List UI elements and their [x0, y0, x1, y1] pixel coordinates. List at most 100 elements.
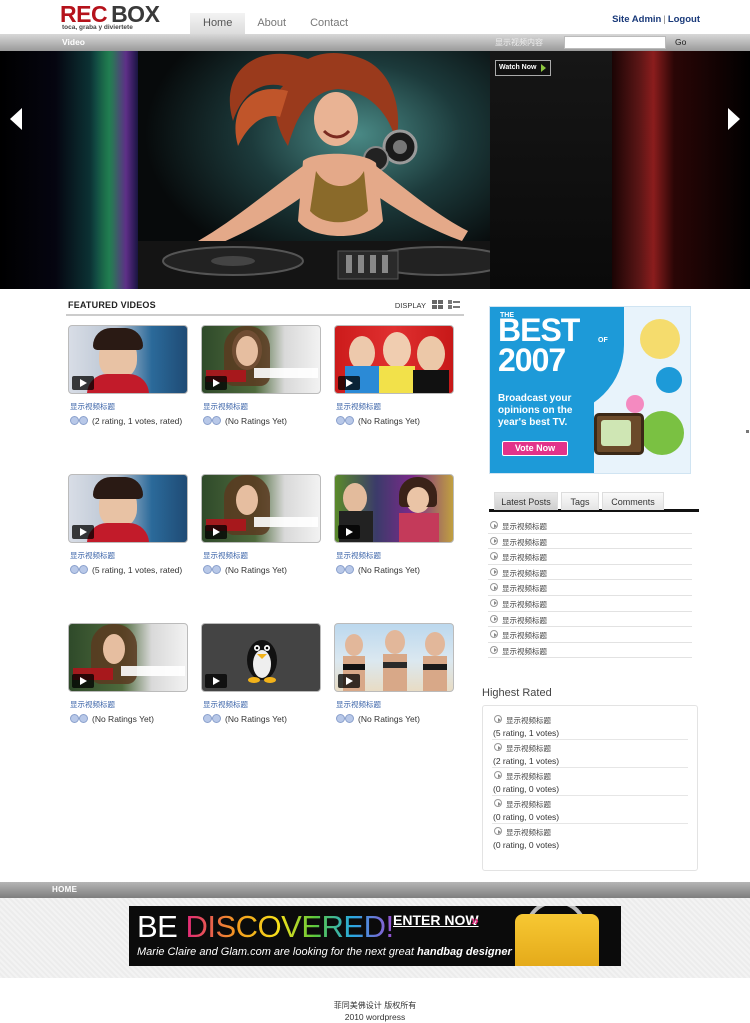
video-title[interactable]: 显示视频标题	[203, 401, 248, 412]
video-card[interactable]: 显示视频标题 (2 rating, 1 votes, rated)	[68, 325, 190, 445]
watch-now-button[interactable]: Watch Now	[495, 60, 552, 76]
video-title[interactable]: 显示视频标题	[70, 401, 115, 412]
nav-tab-contact[interactable]: Contact	[298, 13, 360, 34]
video-title[interactable]: 显示视频标题	[203, 699, 248, 710]
arrow-bullet-icon	[490, 583, 498, 592]
page-root: REC BOX toca, graba y diviertete Home Abo…	[0, 0, 750, 1023]
video-title[interactable]: 显示视频标题	[336, 401, 381, 412]
arrow-bullet-icon	[494, 715, 502, 723]
video-thumbnail[interactable]	[68, 325, 188, 394]
list-item[interactable]: 显示视频标题 (5 rating, 1 votes)	[492, 712, 688, 740]
list-item[interactable]: 显示视频标题 (0 rating, 0 votes)	[492, 824, 688, 852]
tab-tags[interactable]: Tags	[561, 492, 599, 510]
arrow-bullet-icon	[490, 521, 498, 529]
video-thumbnail[interactable]	[334, 623, 454, 692]
video-card[interactable]: 显示视频标题 (No Ratings Yet)	[334, 623, 456, 743]
rating-thumbs-icon	[70, 416, 90, 425]
banner-discovered-text: DISCOVERED!	[185, 909, 394, 944]
video-card[interactable]: 显示视频标题 (No Ratings Yet)	[334, 325, 456, 445]
rating-thumbs-icon	[70, 565, 90, 574]
be-discovered-banner[interactable]: BE DISCOVERED! ENTER NOW » Marie Claire …	[129, 906, 621, 966]
list-item[interactable]: 显示视频标题 (0 rating, 0 votes)	[492, 796, 688, 824]
play-icon	[72, 674, 94, 688]
video-card[interactable]: 显示视频标题 (No Ratings Yet)	[201, 325, 323, 445]
video-rating: (5 rating, 1 votes, rated)	[70, 564, 190, 576]
tab-latest-posts[interactable]: Latest Posts	[494, 492, 558, 510]
display-label: DISPLAY	[394, 301, 426, 310]
play-icon	[338, 674, 360, 688]
double-chevron-icon: »	[471, 912, 479, 928]
arrow-bullet-icon	[490, 598, 498, 607]
video-card[interactable]: 显示视频标题 (No Ratings Yet)	[68, 623, 190, 743]
list-item[interactable]: 显示视频标题 (0 rating, 0 votes)	[492, 768, 688, 796]
video-card[interactable]: 显示视频标题 (5 rating, 1 votes, rated)	[68, 474, 190, 594]
site-logo[interactable]: REC BOX toca, graba y diviertete	[60, 2, 178, 32]
video-thumbnail[interactable]	[334, 474, 454, 543]
video-title[interactable]: 显示视频标题	[203, 550, 248, 561]
list-item[interactable]: 显示视频标题 (2 rating, 1 votes)	[492, 740, 688, 768]
search-input[interactable]	[564, 36, 666, 49]
banner-enter-now-link[interactable]: ENTER NOW	[393, 912, 479, 928]
arrow-bullet-icon	[490, 645, 498, 654]
list-view-icon[interactable]	[448, 300, 460, 309]
video-rating: (No Ratings Yet)	[70, 713, 190, 725]
video-card[interactable]: 显示视频标题 (No Ratings Yet)	[201, 474, 323, 594]
logo-tagline: toca, graba y diviertete	[62, 24, 133, 31]
rating-thumbs-icon	[336, 565, 356, 574]
handbag-icon	[515, 914, 599, 966]
grid-view-icon[interactable]	[432, 300, 444, 309]
nav-tab-home[interactable]: Home	[190, 13, 246, 34]
sidebar-tabs: Latest Posts Tags Comments	[489, 490, 699, 512]
arrow-bullet-icon	[494, 743, 502, 751]
list-item[interactable]: 显示视频标题	[488, 580, 692, 596]
hero-right-panel	[612, 51, 750, 289]
logout-link[interactable]: Logout	[668, 14, 700, 25]
video-thumbnail[interactable]	[68, 623, 188, 692]
video-title[interactable]: 显示视频标题	[70, 699, 115, 710]
list-item[interactable]: 显示视频标题	[488, 596, 692, 612]
video-title[interactable]: 显示视频标题	[70, 550, 115, 561]
search-go-button[interactable]: Go	[675, 37, 686, 47]
section-label: Video	[62, 37, 85, 47]
tab-comments[interactable]: Comments	[602, 492, 664, 510]
video-title[interactable]: 显示视频标题	[336, 550, 381, 561]
video-thumbnail[interactable]	[201, 474, 321, 543]
featured-title: FEATURED VIDEOS	[68, 300, 156, 310]
video-card[interactable]: 显示视频标题 (No Ratings Yet)	[201, 623, 323, 743]
list-item[interactable]: 显示视频标题	[488, 627, 692, 643]
list-item[interactable]: 显示视频标题	[488, 565, 692, 581]
highest-rated-title: Highest Rated	[482, 687, 552, 699]
video-thumbnail[interactable]	[201, 325, 321, 394]
play-icon	[205, 376, 227, 390]
video-thumbnail[interactable]	[68, 474, 188, 543]
video-rating: (No Ratings Yet)	[203, 713, 323, 725]
arrow-bullet-icon	[490, 630, 498, 639]
vote-now-button[interactable]: Vote Now	[502, 441, 568, 456]
video-card[interactable]: 显示视频标题 (No Ratings Yet)	[334, 474, 456, 594]
slider-next-arrow-icon[interactable]	[728, 108, 740, 130]
best-of-2007-ad[interactable]: THE BEST 2007 OF Broadcast your opinions…	[489, 306, 691, 474]
list-item[interactable]: 显示视频标题	[488, 612, 692, 628]
list-item[interactable]: 显示视频标题	[488, 549, 692, 565]
video-thumbnail[interactable]	[201, 623, 321, 692]
video-title[interactable]: 显示视频标题	[336, 699, 381, 710]
list-item[interactable]: 显示视频标题	[488, 534, 692, 550]
nav-tab-about[interactable]: About	[245, 13, 298, 34]
rating-thumbs-icon	[70, 714, 90, 723]
video-thumbnail[interactable]	[334, 325, 454, 394]
list-item[interactable]: 显示视频标题	[488, 518, 692, 534]
arrow-bullet-icon	[490, 614, 498, 623]
play-icon	[72, 376, 94, 390]
ad-of-text: OF	[598, 337, 608, 344]
footer-home-link[interactable]: HOME	[52, 885, 77, 894]
hero-image[interactable]	[138, 51, 490, 289]
latest-posts-list: 显示视频标题 显示视频标题 显示视频标题 显示视频标题 显示视频标题 显示视频标…	[488, 518, 692, 659]
video-rating: (No Ratings Yet)	[336, 415, 456, 427]
video-rating: (No Ratings Yet)	[336, 713, 456, 725]
slider-prev-arrow-icon[interactable]	[10, 108, 22, 130]
site-admin-link[interactable]: Site Admin	[612, 14, 661, 25]
list-item[interactable]: 显示视频标题	[488, 643, 692, 659]
rating-thumbs-icon	[203, 714, 223, 723]
admin-separator: |	[663, 14, 666, 25]
site-header: REC BOX toca, graba y diviertete Home Abo…	[0, 0, 750, 34]
